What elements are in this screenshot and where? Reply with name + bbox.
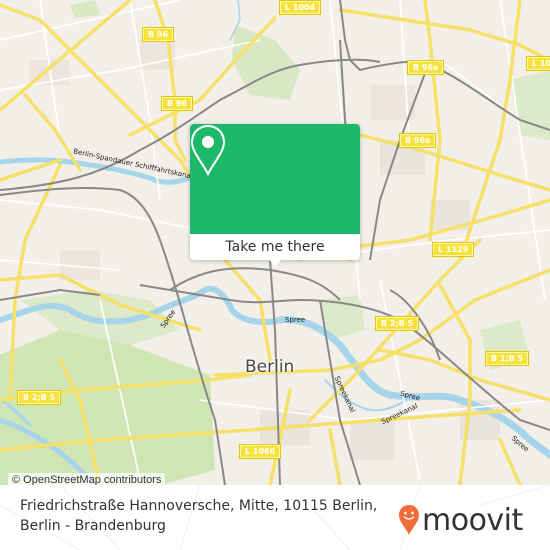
city-label-berlin: Berlin <box>245 357 295 377</box>
road-label-b96-top: B 96 <box>141 27 175 42</box>
address: Friedrichstraße Hannoversche, Mitte, 101… <box>20 496 400 536</box>
road-label-b1b5: B 1;B 5 <box>484 351 530 366</box>
road-label-l1129: L 1129 <box>431 242 475 257</box>
road-label-b96-mid: B 96 <box>160 96 194 111</box>
road-label-b96a-mid: B 96a <box>398 133 437 148</box>
road-label-l10-right: L 10 <box>525 56 550 71</box>
moovit-pin-icon <box>399 505 419 535</box>
road-label-l1004: L 1004 <box>278 0 322 15</box>
map[interactable]: L 1004 B 96 B 96a L 10 B 96 B 96a L 1129… <box>0 0 550 485</box>
popup-arrow <box>268 259 282 266</box>
moovit-logo[interactable]: moovit <box>398 500 538 540</box>
address-line-1: Friedrichstraße Hannoversche, Mitte, 101… <box>20 498 378 514</box>
address-line-2: Berlin - Brandenburg <box>20 518 166 534</box>
moovit-wordmark: moovit <box>422 502 523 538</box>
road-label-b96a-top: B 96a <box>406 60 445 75</box>
road-label-b2b5-center: B 2;B 5 <box>374 316 420 331</box>
take-me-there-button[interactable]: Take me there <box>190 234 360 260</box>
osm-attribution[interactable]: © OpenStreetMap contributors <box>8 473 166 485</box>
location-pin-icon <box>190 124 226 176</box>
popup-header[interactable] <box>190 124 360 234</box>
road-label-l1066: L 1066 <box>238 444 282 459</box>
water-label-spree-center: Spree <box>285 316 306 324</box>
destination-popup: Take me there <box>190 124 360 266</box>
road-label-b2b5-left: B 2;B 5 <box>16 390 62 405</box>
